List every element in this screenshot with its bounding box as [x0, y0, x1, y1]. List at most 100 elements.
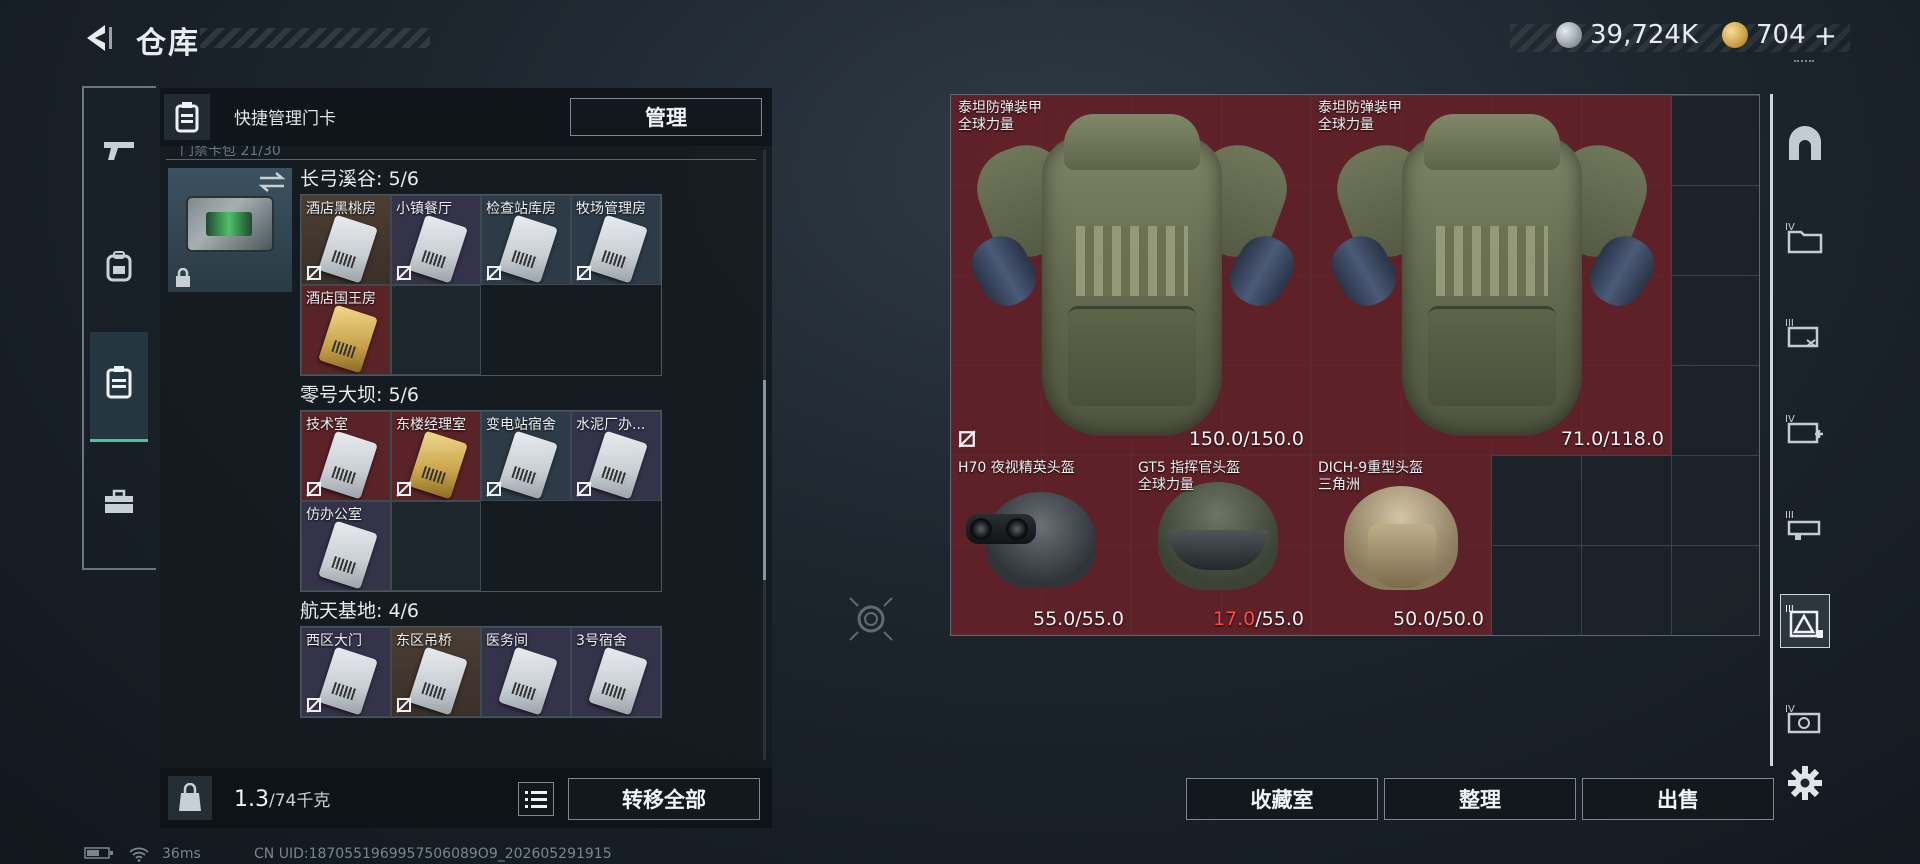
- keycard-image: [318, 646, 378, 716]
- crosshair-icon: [849, 597, 893, 641]
- storage-item-vest[interactable]: 泰坦防弹装甲 全球力量 150.0/150.0: [951, 95, 1311, 455]
- gold-coin-icon: [1722, 22, 1748, 48]
- rail-keycards[interactable]: [90, 332, 148, 442]
- storage-tab-swap-iii[interactable]: III: [1780, 308, 1830, 358]
- keycard-slot[interactable]: 酒店黑桃房: [301, 195, 391, 285]
- folder-iv-icon: IV: [1785, 222, 1823, 254]
- armor-vest-image: [962, 106, 1304, 446]
- keycard-slot[interactable]: 东区吊桥: [391, 627, 481, 717]
- keycard-name: 3号宿舍: [576, 633, 627, 649]
- keycard-image: [588, 646, 648, 716]
- storage-item-helmet[interactable]: GT5 指挥官头盔 全球力量 17.0/55.0: [1131, 455, 1311, 635]
- storage-tab-add-iv[interactable]: IV: [1780, 404, 1830, 454]
- keycard-grid-longbow: 酒店黑桃房 小镇餐厅 检查站库房 牧场管理房 酒店国王房: [300, 194, 662, 376]
- rail-backpack[interactable]: [90, 240, 148, 298]
- keycard-slot[interactable]: 检查站库房: [481, 195, 571, 285]
- storage-tab-tray-iii[interactable]: III: [1780, 500, 1830, 550]
- transfer-all-button[interactable]: 转移全部: [568, 778, 760, 820]
- no-drop-icon: [306, 481, 322, 497]
- keycard-slot[interactable]: 西区大门: [301, 627, 391, 717]
- settings-button[interactable]: [1780, 758, 1830, 808]
- list-view-button[interactable]: [518, 782, 554, 816]
- night-vision-goggles-image: [966, 514, 1036, 544]
- armor-vest-image: [1322, 106, 1664, 446]
- keycard-slot[interactable]: 技术室: [301, 411, 391, 501]
- lock-icon: [174, 267, 192, 292]
- storage-tab-gear-iv[interactable]: IV: [1780, 694, 1830, 744]
- card-manage-icon: [164, 94, 210, 140]
- svg-text:III: III: [1785, 604, 1794, 615]
- silver-coin-icon: [1556, 22, 1582, 48]
- sell-button[interactable]: 出售: [1582, 778, 1774, 820]
- item-name: DICH-9重型头盔: [1318, 460, 1424, 476]
- keycard-grid-space-base: 西区大门 东区吊桥 医务间 3号宿舍: [300, 626, 662, 718]
- item-name: 泰坦防弹装甲: [958, 100, 1042, 116]
- rail-toolbox[interactable]: [90, 476, 148, 534]
- item-name: H70 夜视精英头盔: [958, 460, 1075, 476]
- manage-button[interactable]: 管理: [570, 98, 762, 136]
- storage-tab-armor-active[interactable]: III: [1780, 594, 1830, 648]
- weight-capacity: /74千克: [269, 791, 331, 811]
- gold-currency[interactable]: 704 +: [1722, 18, 1837, 52]
- weight-value: 1.3: [234, 787, 269, 812]
- back-button[interactable]: [78, 18, 118, 58]
- keycard-slot[interactable]: 仿办公室: [301, 501, 391, 591]
- keycard-image: [408, 214, 468, 284]
- add-gold-button[interactable]: +: [1814, 19, 1837, 52]
- gear-iv-icon: IV: [1785, 704, 1821, 734]
- item-faction: 全球力量: [958, 117, 1014, 133]
- battery-icon: [84, 846, 114, 864]
- no-drop-icon: [576, 265, 592, 281]
- item-durability: 17.0/55.0: [1213, 608, 1304, 630]
- keycard-case-chip: [206, 212, 252, 236]
- keycard-slot[interactable]: 小镇餐厅: [391, 195, 481, 285]
- keycard-name: 变电站宿舍: [486, 417, 556, 433]
- keycard-slot[interactable]: 3号宿舍: [571, 627, 661, 717]
- keycard-slot[interactable]: 变电站宿舍: [481, 411, 571, 501]
- gold-amount: 704: [1756, 20, 1806, 50]
- storage-item-helmet[interactable]: H70 夜视精英头盔 55.0/55.0: [951, 455, 1131, 635]
- keycard-image: [498, 646, 558, 716]
- keycard-slot[interactable]: 医务间: [481, 627, 571, 717]
- title-stripe-decoration: [200, 28, 430, 48]
- no-drop-icon: [396, 697, 412, 713]
- swap-icon[interactable]: [258, 172, 286, 196]
- keycard-image: [408, 646, 468, 716]
- durability-current: 17.0: [1212, 608, 1256, 630]
- helmet-faceplate-image: [1368, 524, 1436, 588]
- gear-icon: [1788, 766, 1822, 800]
- keycard-image: [498, 430, 558, 500]
- pistol-icon: [102, 138, 136, 169]
- weight-bag-icon: [168, 776, 212, 820]
- keycard-slot[interactable]: 牧场管理房: [571, 195, 661, 285]
- keycard-slot[interactable]: 水泥厂办...: [571, 411, 661, 501]
- keycard-holder-icon: [105, 365, 133, 406]
- empty-slot: [391, 285, 481, 375]
- keycard-image: [588, 214, 648, 284]
- keycard-name: 技术室: [306, 417, 348, 433]
- group-title-zero-dam: 零号大坝: 5/6: [300, 384, 420, 406]
- no-drop-icon: [958, 430, 976, 448]
- silver-amount: 39,724K: [1590, 20, 1699, 50]
- storage-tab-folder-iv[interactable]: IV: [1780, 212, 1830, 262]
- toolbox-icon: [103, 489, 135, 522]
- collection-room-button[interactable]: 收藏室: [1186, 778, 1378, 820]
- storage-tab-arch[interactable]: [1780, 118, 1830, 168]
- sort-button[interactable]: 整理: [1384, 778, 1576, 820]
- rail-weapons[interactable]: [90, 124, 148, 182]
- keycard-name: 西区大门: [306, 633, 362, 649]
- keycard-scroll-thumb[interactable]: [763, 380, 766, 580]
- back-arrow-icon: [87, 25, 112, 51]
- item-durability: 71.0/118.0: [1560, 428, 1664, 450]
- keycard-name: 小镇餐厅: [396, 201, 452, 217]
- page-title: 仓库: [136, 26, 200, 61]
- storage-tab-divider: [1770, 94, 1773, 766]
- storage-item-vest[interactable]: 泰坦防弹装甲 全球力量 71.0/118.0: [1311, 95, 1671, 455]
- keycard-slot[interactable]: 酒店国王房: [301, 285, 391, 375]
- keycard-slot[interactable]: 东楼经理室: [391, 411, 481, 501]
- armor-tab-icon: III: [1785, 604, 1823, 638]
- keycard-name: 医务间: [486, 633, 528, 649]
- no-drop-icon: [396, 265, 412, 281]
- item-faction: 全球力量: [1138, 477, 1194, 493]
- storage-item-helmet[interactable]: DICH-9重型头盔 三角洲 50.0/50.0: [1311, 455, 1491, 635]
